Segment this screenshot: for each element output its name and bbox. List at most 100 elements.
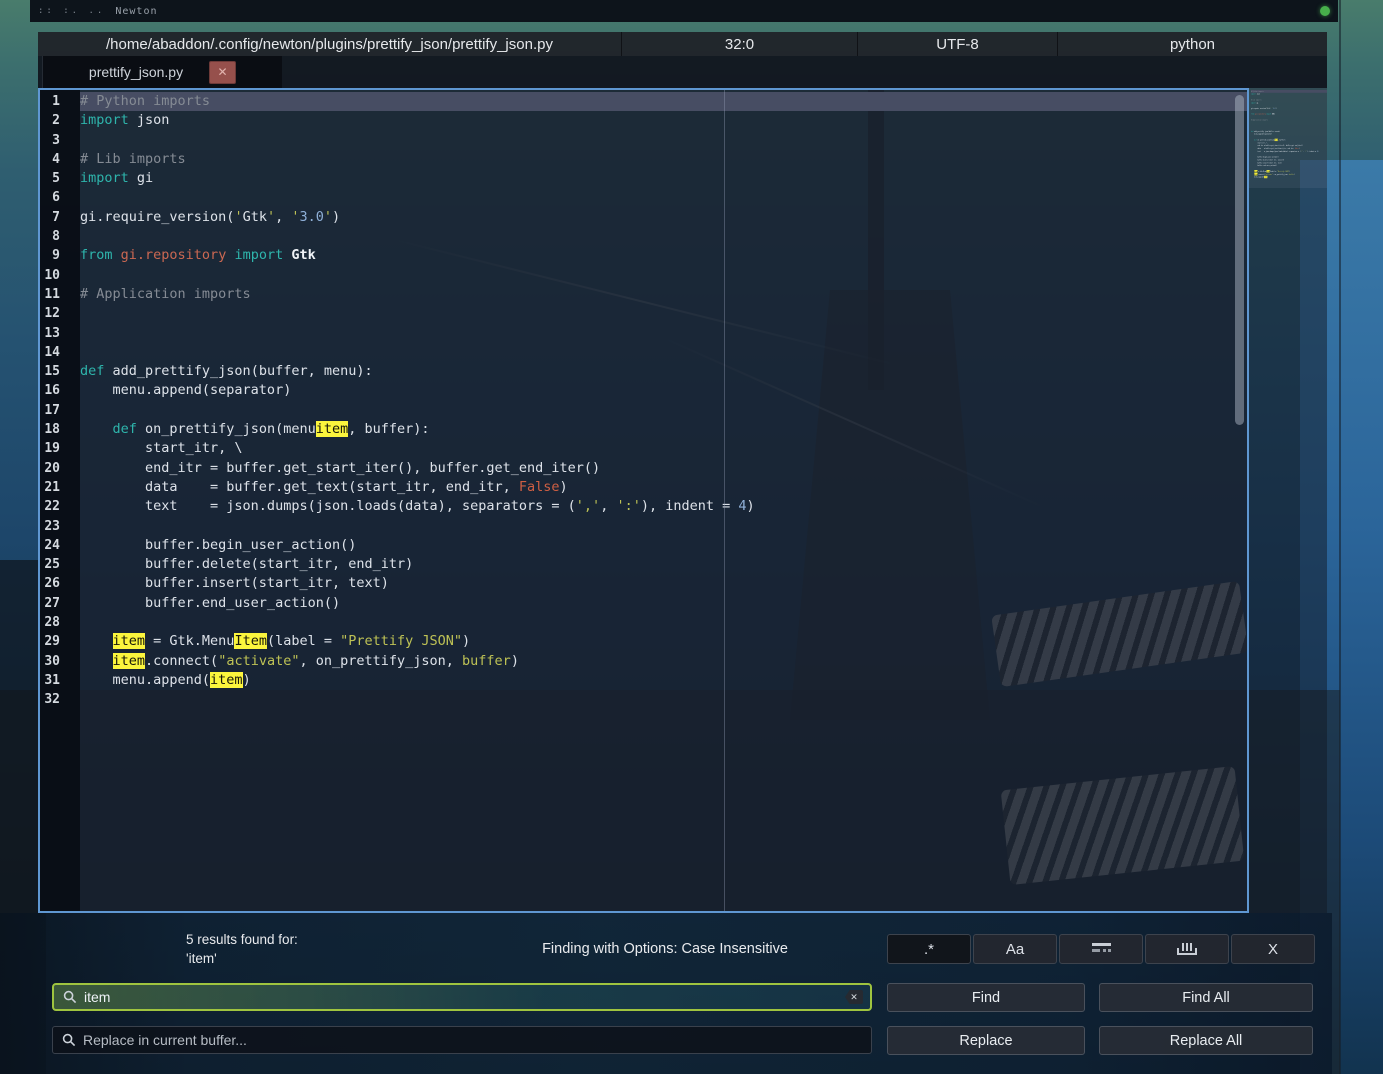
code-line[interactable] [80, 266, 1247, 285]
line-number: 24 [40, 536, 80, 555]
results-query-text: 'item' [186, 949, 298, 968]
code-line[interactable] [80, 613, 1247, 632]
code-lines: # Python importsimport json# Lib imports… [1251, 90, 1327, 181]
statusbar-encoding: UTF-8 [858, 32, 1058, 56]
code-line: text = json.dumps(json.loads(data), sepa… [1251, 150, 1327, 153]
code-line[interactable]: menu.append(separator) [80, 381, 1247, 400]
line-number: 20 [40, 459, 80, 478]
line-number: 17 [40, 401, 80, 420]
code-line[interactable]: buffer.begin_user_action() [80, 536, 1247, 555]
code-line[interactable]: item = Gtk.MenuItem(label = "Prettify JS… [80, 632, 1247, 651]
whole-word-icon [1177, 943, 1197, 955]
code-line[interactable]: text = json.dumps(json.loads(data), sepa… [80, 497, 1247, 516]
code-editor[interactable]: 1234567891011121314151617181920212223242… [38, 88, 1249, 913]
find-button[interactable]: Find [887, 983, 1085, 1012]
statusbar-language: python [1058, 32, 1327, 56]
code-line[interactable]: def add_prettify_json(buffer, menu): [80, 362, 1247, 381]
code-line[interactable] [80, 324, 1247, 343]
code-line[interactable]: # Lib imports [80, 150, 1247, 169]
search-field-wrap: ✕ [52, 983, 872, 1011]
code-line[interactable]: def on_prettify_json(menuitem, buffer): [80, 420, 1247, 439]
line-number: 8 [40, 227, 80, 246]
tab-close-button[interactable]: ✕ [209, 61, 236, 84]
line-number: 3 [40, 131, 80, 150]
line-number: 2 [40, 111, 80, 130]
line-number: 5 [40, 169, 80, 188]
close-find-panel-button[interactable]: X [1231, 934, 1315, 964]
app-title: Newton [115, 6, 157, 17]
line-number: 16 [40, 381, 80, 400]
code-line[interactable] [80, 188, 1247, 207]
line-number: 25 [40, 555, 80, 574]
code-line[interactable]: data = buffer.get_text(start_itr, end_it… [80, 478, 1247, 497]
results-count-text: 5 results found for: [186, 930, 298, 949]
tab-bar: prettify_json.py ✕ [38, 56, 1327, 88]
tab-label: prettify_json.py [89, 64, 183, 80]
code-line[interactable]: end_itr = buffer.get_start_iter(), buffe… [80, 459, 1247, 478]
window-dots-icon: :: :. .. [38, 6, 105, 16]
search-results-summary: 5 results found for: 'item' [186, 930, 298, 968]
line-number: 21 [40, 478, 80, 497]
regex-toggle-button[interactable]: .* [887, 934, 971, 964]
line-number: 11 [40, 285, 80, 304]
line-number: 10 [40, 266, 80, 285]
whole-word-toggle-button[interactable] [1145, 934, 1229, 964]
line-number: 14 [40, 343, 80, 362]
code-line[interactable]: buffer.end_user_action() [80, 594, 1247, 613]
tab-prettify-json[interactable]: prettify_json.py ✕ [42, 56, 282, 88]
line-number: 26 [40, 574, 80, 593]
line-number: 7 [40, 208, 80, 227]
find-all-button[interactable]: Find All [1099, 983, 1313, 1012]
code-line [1251, 179, 1327, 182]
code-line[interactable] [80, 227, 1247, 246]
find-replace-panel: 5 results found for: 'item' Finding with… [0, 913, 1332, 1074]
highlight-lines-toggle-button[interactable] [1059, 934, 1143, 964]
code-line[interactable]: item.connect("activate", on_prettify_jso… [80, 652, 1247, 671]
line-number: 18 [40, 420, 80, 439]
line-number: 27 [40, 594, 80, 613]
replace-all-button[interactable]: Replace All [1099, 1026, 1313, 1055]
line-number: 23 [40, 517, 80, 536]
code-line[interactable]: import gi [80, 169, 1247, 188]
code-line[interactable]: # Application imports [80, 285, 1247, 304]
line-number: 12 [40, 304, 80, 323]
line-number: 6 [40, 188, 80, 207]
editor-scrollbar[interactable] [1235, 95, 1244, 425]
code-line[interactable] [80, 517, 1247, 536]
line-number: 28 [40, 613, 80, 632]
search-input[interactable] [54, 985, 870, 1009]
list-lines-icon [1092, 943, 1111, 955]
code-line[interactable] [80, 690, 1247, 709]
code-line[interactable]: import json [80, 111, 1247, 130]
line-number: 19 [40, 439, 80, 458]
statusbar-file-path: /home/abaddon/.config/newton/plugins/pre… [38, 32, 622, 56]
code-line[interactable]: # Python imports [80, 92, 1247, 111]
code-line[interactable]: gi.require_version('Gtk', '3.0') [80, 208, 1247, 227]
line-number: 29 [40, 632, 80, 651]
right-margin-guide [724, 90, 725, 911]
case-sensitive-toggle-button[interactable]: Aa [973, 934, 1057, 964]
line-number: 1 [40, 92, 80, 111]
code-lines: # Python importsimport json # Lib imports… [80, 92, 1247, 710]
code-line[interactable]: menu.append(item) [80, 671, 1247, 690]
line-number: 30 [40, 652, 80, 671]
code-line[interactable]: start_itr, \ [80, 439, 1247, 458]
replace-button[interactable]: Replace [887, 1026, 1085, 1055]
line-number: 32 [40, 690, 80, 709]
replace-field-wrap [52, 1026, 872, 1054]
code-line[interactable] [80, 131, 1247, 150]
line-number: 31 [40, 671, 80, 690]
line-number-gutter: 1234567891011121314151617181920212223242… [40, 90, 80, 911]
code-line[interactable]: buffer.delete(start_itr, end_itr) [80, 555, 1247, 574]
code-line[interactable]: from gi.repository import Gtk [80, 246, 1247, 265]
replace-input[interactable] [53, 1027, 871, 1053]
statusbar-cursor-position: 32:0 [622, 32, 858, 56]
code-area[interactable]: # Python importsimport json # Lib imports… [80, 90, 1247, 911]
minimap[interactable]: # Python importsimport json# Lib imports… [1249, 88, 1327, 913]
code-line[interactable] [80, 343, 1247, 362]
code-line[interactable] [80, 304, 1247, 323]
line-number: 13 [40, 324, 80, 343]
code-line[interactable]: buffer.insert(start_itr, text) [80, 574, 1247, 593]
window-titlebar: :: :. .. Newton [30, 0, 1338, 22]
code-line[interactable] [80, 401, 1247, 420]
